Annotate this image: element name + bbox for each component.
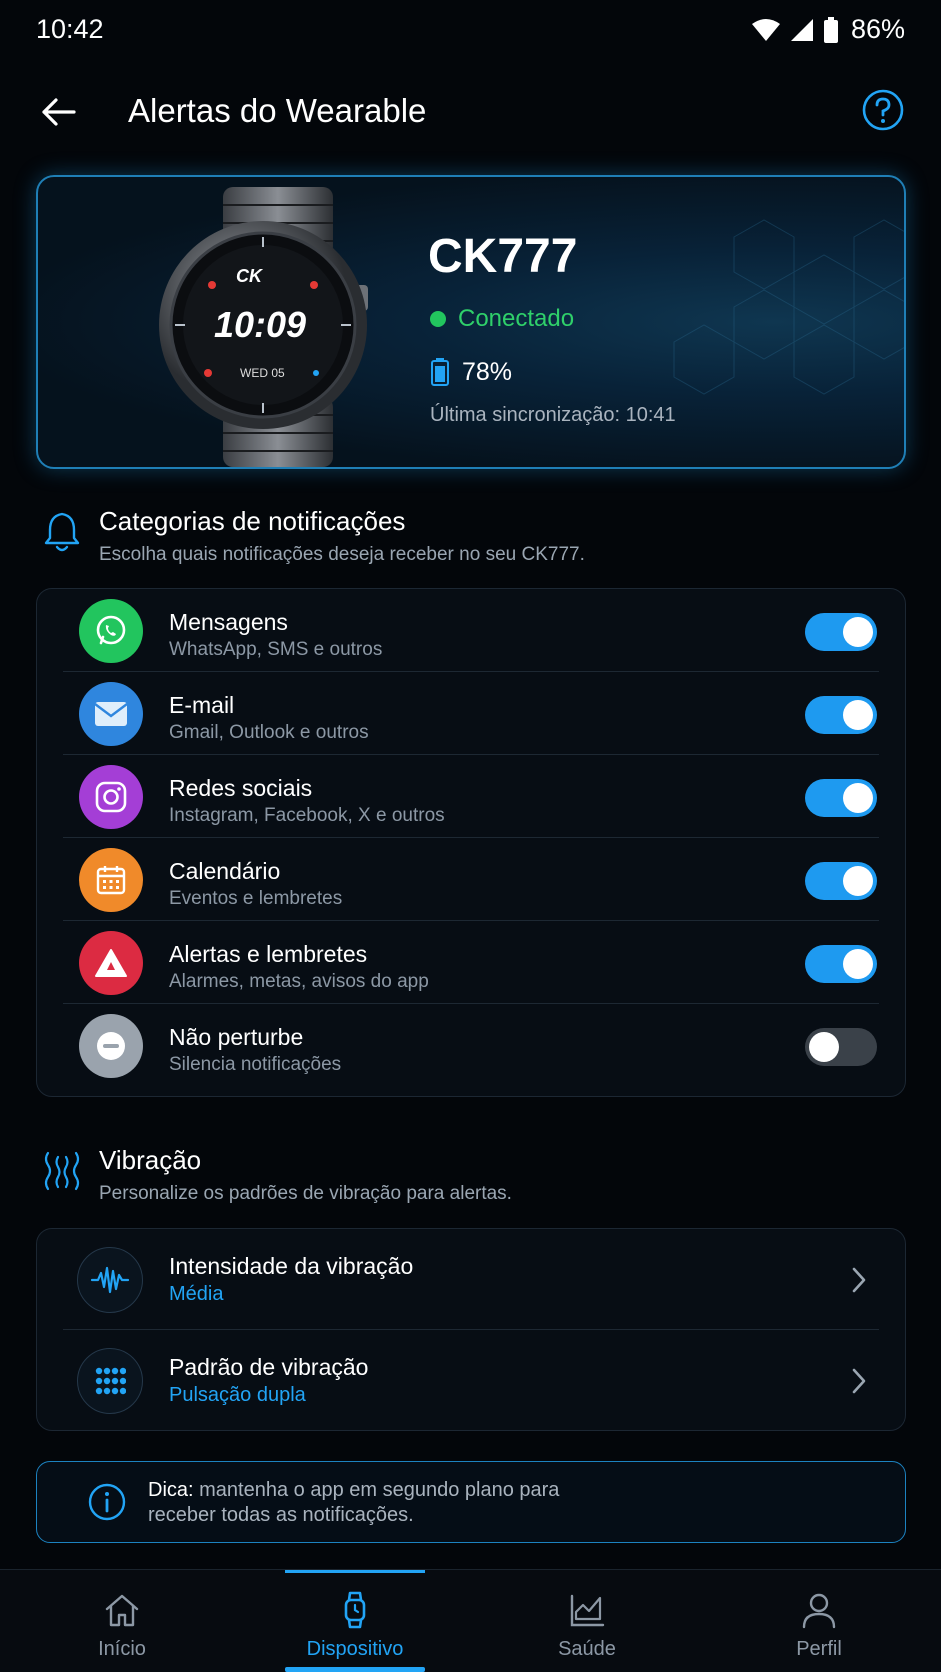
- info-icon: [88, 1483, 126, 1521]
- list-item-do-not-disturb: Não perturbe Silencia notificações: [37, 1004, 905, 1087]
- status-time: 10:42: [36, 14, 104, 44]
- instagram-icon: [79, 765, 143, 829]
- list-item-email: E-mail Gmail, Outlook e outros: [37, 672, 905, 755]
- battery-icon: [823, 16, 838, 43]
- connected-dot-icon: [430, 311, 446, 327]
- list-item-alerts: Alertas e lembretes Alarmes, metas, avis…: [37, 921, 905, 1004]
- vibration-title: Vibração: [99, 1145, 202, 1175]
- home-icon: [105, 1594, 139, 1627]
- notification-category-list: Mensagens WhatsApp, SMS e outros E-mail …: [36, 588, 906, 1097]
- active-tab-underline: [285, 1667, 425, 1672]
- social-toggle[interactable]: [805, 779, 877, 817]
- tip-text: Dica: mantenha o app em segundo plano pa…: [148, 1478, 628, 1528]
- profile-icon: [802, 1593, 836, 1629]
- status-bar: 10:42 86%: [0, 0, 941, 60]
- device-battery-percent: 78%: [462, 357, 513, 386]
- chevron-right-icon: [852, 1267, 866, 1293]
- vibration-intensity-value: Média: [169, 1283, 224, 1305]
- back-button[interactable]: [36, 90, 80, 134]
- vibration-intensity-item[interactable]: Intensidade da vibração Média: [37, 1229, 905, 1330]
- device-battery: 78%: [430, 357, 512, 387]
- dots-grid-icon: [77, 1348, 143, 1414]
- alerts-toggle[interactable]: [805, 945, 877, 983]
- tip-body: mantenha o app em segundo plano para rec…: [148, 1479, 560, 1526]
- tip-card: Dica: mantenha o app em segundo plano pa…: [36, 1461, 906, 1543]
- item-subtitle: Alarmes, metas, avisos do app: [169, 971, 429, 992]
- notification-categories-header: Categorias de notificações Escolha quais…: [36, 506, 906, 576]
- watch-face-time: 10:09: [214, 304, 306, 345]
- do-not-disturb-icon: [79, 1014, 143, 1078]
- vibration-icon: [44, 1151, 80, 1191]
- connection-status: Conectado: [430, 305, 574, 333]
- watch-icon: [344, 1591, 366, 1629]
- bell-icon: [44, 512, 80, 552]
- device-name: CK777: [428, 230, 578, 283]
- connection-status-text: Conectado: [458, 305, 575, 332]
- mail-icon: [79, 682, 143, 746]
- item-title: Mensagens: [169, 609, 288, 635]
- battery-icon: [431, 358, 449, 386]
- device-card[interactable]: CK 10:09 WED 05 CK777 Conectado 78% Últi…: [36, 175, 906, 469]
- app-header: Alertas do Wearable: [0, 70, 941, 150]
- nav-label: Saúde: [558, 1638, 616, 1660]
- nav-label: Início: [98, 1638, 146, 1660]
- item-subtitle: WhatsApp, SMS e outros: [169, 639, 383, 660]
- vibration-header: Vibração Personalize os padrões de vibra…: [36, 1145, 906, 1215]
- help-icon: [862, 89, 904, 131]
- waveform-icon: [77, 1247, 143, 1313]
- messages-toggle[interactable]: [805, 613, 877, 651]
- item-title: Não perturbe: [169, 1024, 304, 1050]
- list-item-social: Redes sociais Instagram, Facebook, X e o…: [37, 755, 905, 838]
- nav-tab-dispositivo[interactable]: Dispositivo: [239, 1570, 471, 1672]
- vibration-subtitle: Personalize os padrões de vibração para …: [99, 1183, 512, 1204]
- watch-face-brand: CK: [236, 266, 264, 286]
- health-chart-icon: [570, 1594, 605, 1627]
- notification-categories-subtitle: Escolha quais notificações deseja recebe…: [99, 544, 585, 565]
- item-subtitle: Instagram, Facebook, X e outros: [169, 805, 445, 826]
- whatsapp-icon: [79, 599, 143, 663]
- watch-face-date: WED 05: [240, 366, 285, 380]
- vibration-settings-list: Intensidade da vibração Média Padrão de …: [36, 1228, 906, 1431]
- signal-icon: [790, 18, 813, 41]
- smartwatch-image: CK 10:09 WED 05: [159, 187, 368, 467]
- calendar-icon: [79, 848, 143, 912]
- do-not-disturb-toggle[interactable]: [805, 1028, 877, 1066]
- calendar-toggle[interactable]: [805, 862, 877, 900]
- status-battery-percent: 86%: [850, 14, 905, 44]
- item-title: Alertas e lembretes: [169, 941, 368, 967]
- nav-tab-perfil[interactable]: Perfil: [703, 1570, 935, 1672]
- nav-label: Perfil: [796, 1638, 842, 1660]
- nav-tab-saude[interactable]: Saúde: [471, 1570, 703, 1672]
- help-button[interactable]: [861, 88, 905, 132]
- last-sync-text: Última sincronização: 10:41: [430, 404, 676, 426]
- vibration-pattern-title: Padrão de vibração: [169, 1354, 369, 1380]
- item-title: Calendário: [169, 858, 281, 884]
- list-item-messages: Mensagens WhatsApp, SMS e outros: [37, 589, 905, 672]
- item-subtitle: Silencia notificações: [169, 1054, 342, 1075]
- chevron-right-icon: [852, 1368, 866, 1394]
- list-item-calendar: Calendário Eventos e lembretes: [37, 838, 905, 921]
- nav-tab-inicio[interactable]: Início: [6, 1570, 238, 1672]
- vibration-pattern-value: Pulsação dupla: [169, 1384, 306, 1406]
- item-subtitle: Eventos e lembretes: [169, 888, 343, 909]
- arrow-left-icon: [42, 98, 76, 126]
- notification-categories-title: Categorias de notificações: [99, 506, 406, 536]
- item-subtitle: Gmail, Outlook e outros: [169, 722, 369, 743]
- status-icons: 86%: [751, 14, 905, 45]
- vibration-intensity-title: Intensidade da vibração: [169, 1253, 414, 1279]
- vibration-pattern-item[interactable]: Padrão de vibração Pulsação dupla: [37, 1330, 905, 1431]
- email-toggle[interactable]: [805, 696, 877, 734]
- item-title: Redes sociais: [169, 775, 313, 801]
- alert-icon: [79, 931, 143, 995]
- nav-label: Dispositivo: [306, 1638, 404, 1660]
- bottom-navigation: Início Dispositivo Saúde Perfil: [0, 1569, 941, 1672]
- wifi-icon: [751, 18, 780, 41]
- tip-label: Dica:: [148, 1479, 194, 1501]
- item-title: E-mail: [169, 692, 235, 718]
- page-title: Alertas do Wearable: [128, 92, 427, 129]
